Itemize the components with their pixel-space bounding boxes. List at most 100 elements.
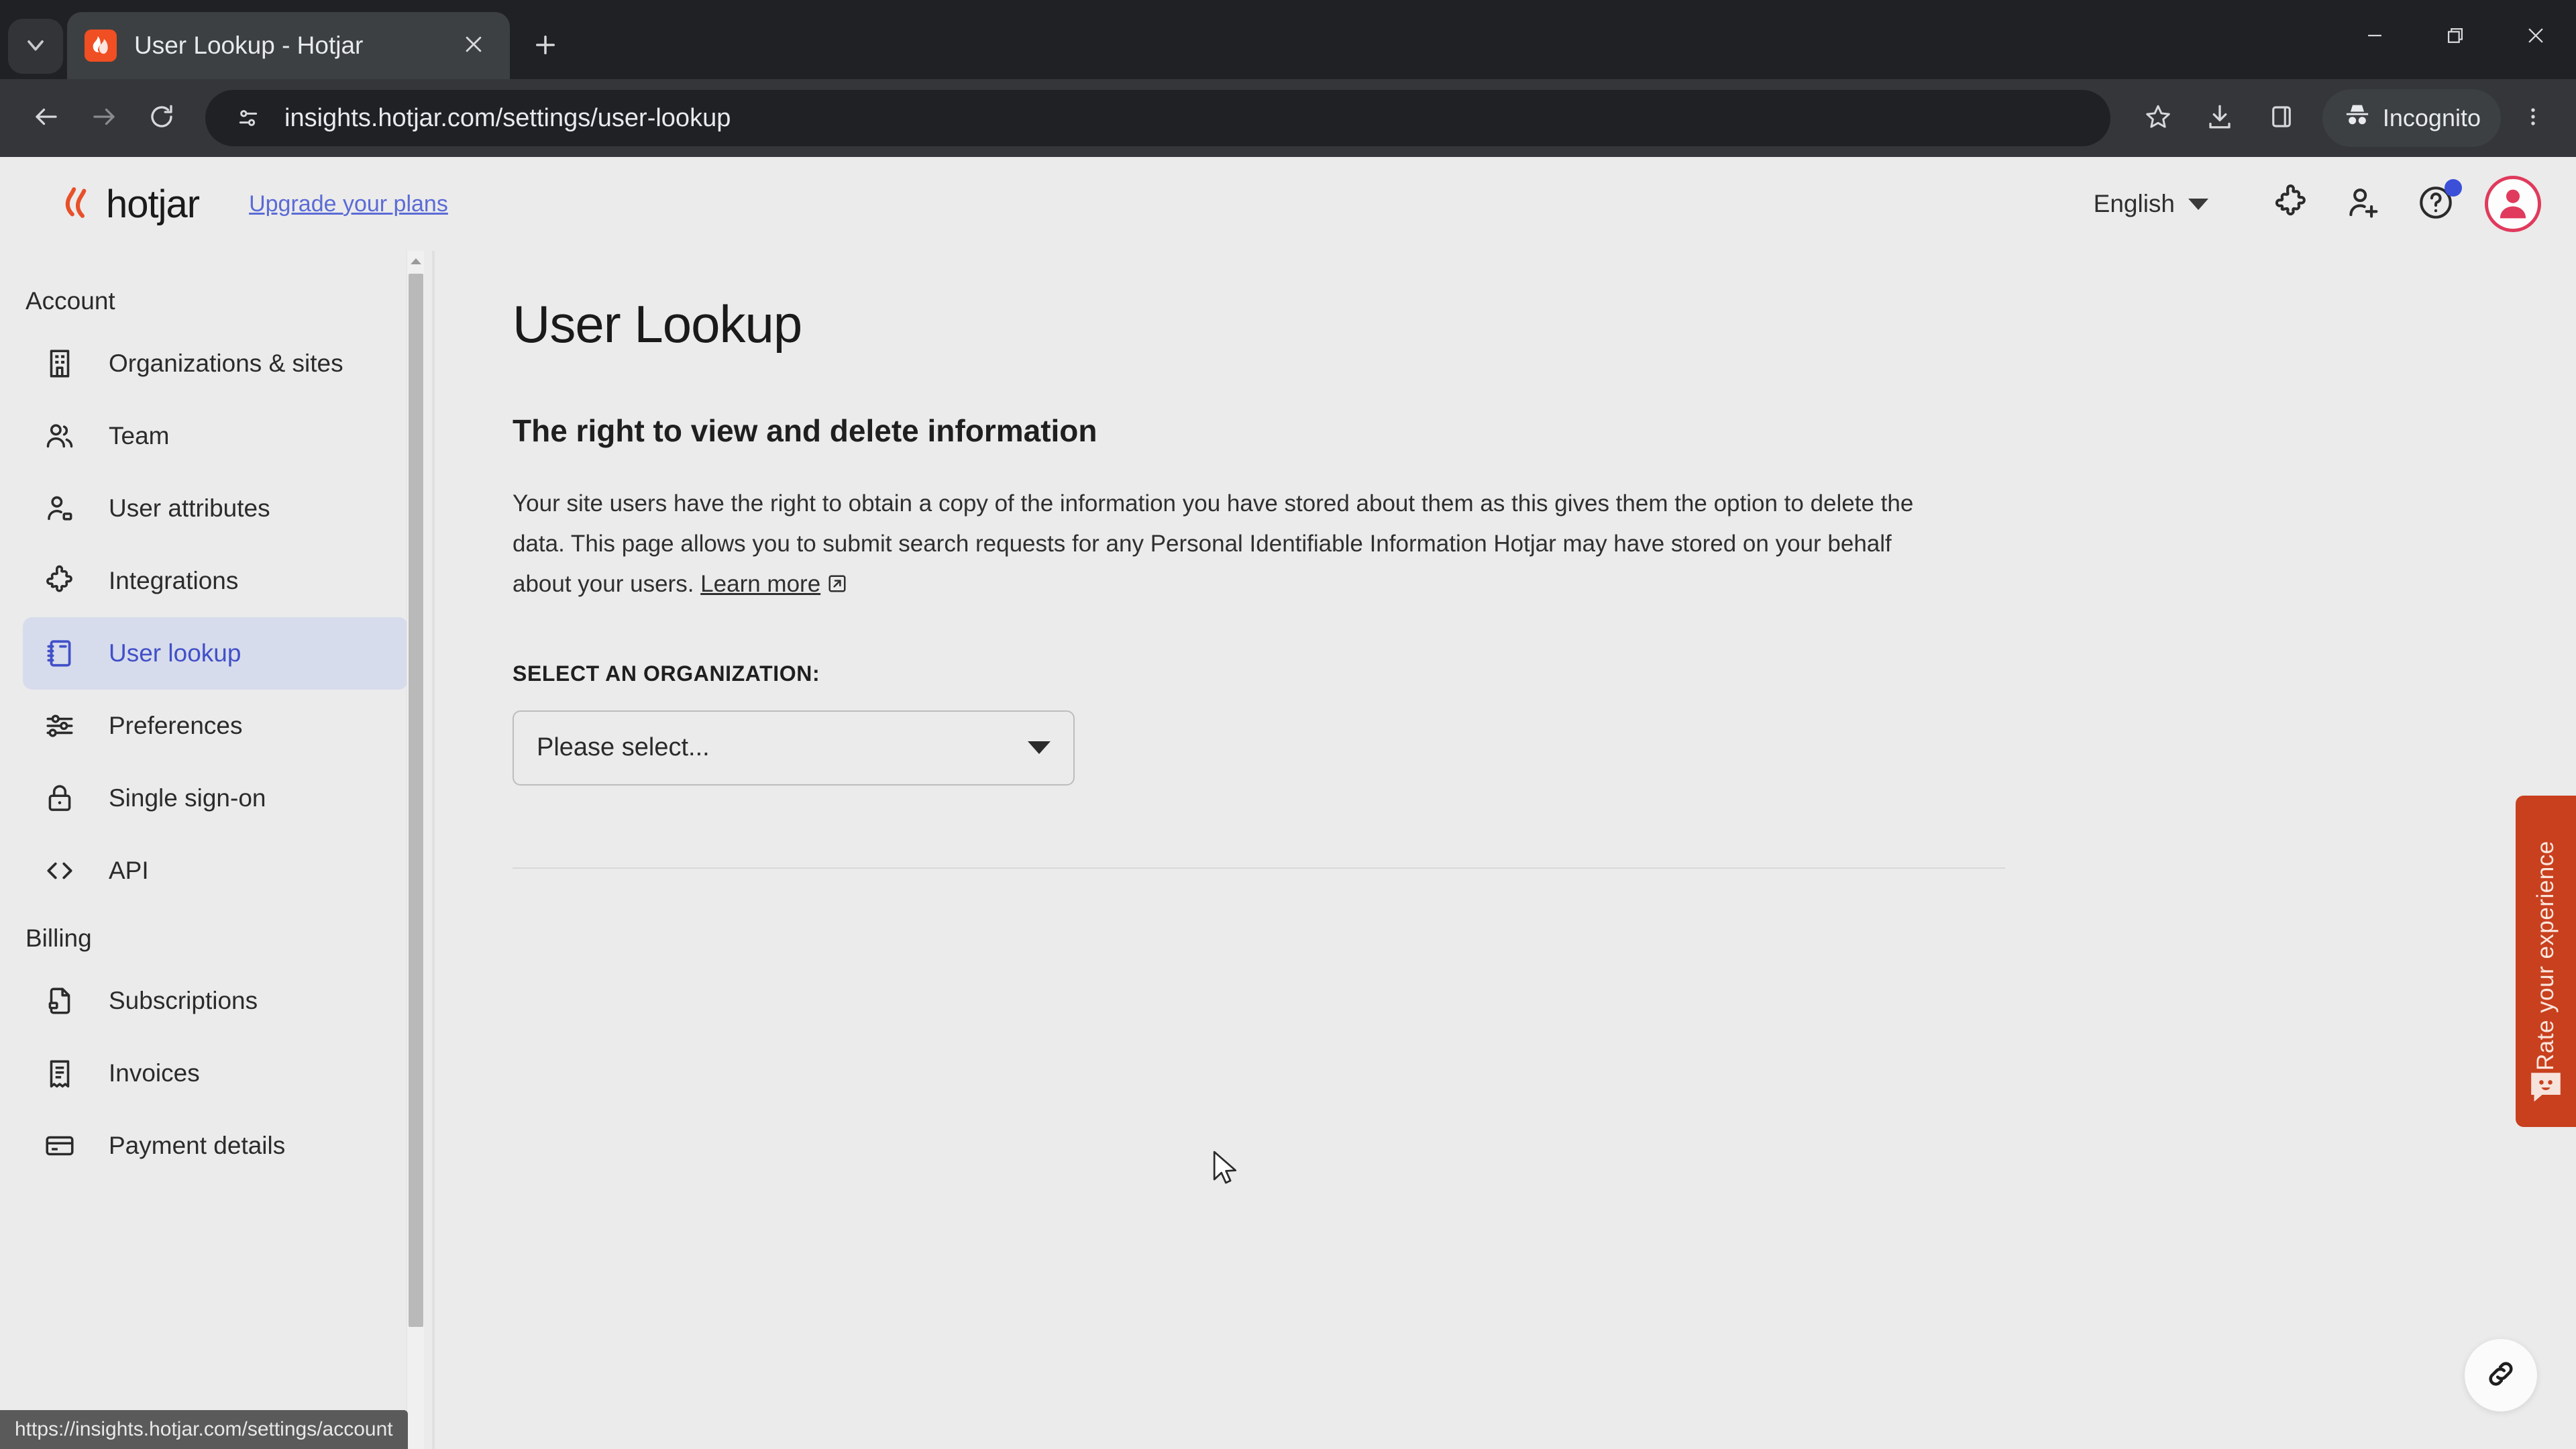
select-organization-label: SELECT AN ORGANIZATION: xyxy=(513,661,820,686)
external-link-icon[interactable] xyxy=(827,566,847,592)
sidebar-item-team[interactable]: Team xyxy=(23,400,408,472)
downloads-button[interactable] xyxy=(2191,89,2249,147)
app-header: hotjar Upgrade your plans English xyxy=(0,157,2576,251)
window-controls xyxy=(2334,0,2576,74)
sidebar-item-integrations[interactable]: Integrations xyxy=(23,545,408,617)
lock-icon xyxy=(40,779,79,818)
arrow-right-icon xyxy=(90,103,118,134)
add-user-icon xyxy=(2344,183,2383,225)
forward-button[interactable] xyxy=(75,89,133,147)
puzzle-piece-icon xyxy=(40,561,79,600)
sidebar-item-label: Integrations xyxy=(109,567,239,594)
rate-experience-label: Rate your experience xyxy=(2532,841,2559,1071)
hotjar-flame-icon xyxy=(85,30,117,62)
learn-more-link[interactable]: Learn more xyxy=(700,571,820,597)
sidebar-item-label: User lookup xyxy=(109,639,241,667)
main-content: User Lookup The right to view and delete… xyxy=(435,251,2576,1449)
sidebar-item-invoices[interactable]: Invoices xyxy=(23,1037,408,1110)
puzzle-piece-icon xyxy=(2271,183,2310,225)
sidebar-item-label: Team xyxy=(109,422,170,449)
chain-link-icon xyxy=(2483,1356,2518,1395)
incognito-indicator[interactable]: Incognito xyxy=(2322,89,2501,147)
star-icon xyxy=(2144,103,2172,134)
sidebar-item-single-sign-on[interactable]: Single sign-on xyxy=(23,762,408,835)
maximize-button[interactable] xyxy=(2415,0,2496,74)
sidebar-group-label-billing: Billing xyxy=(25,924,92,952)
smiley-speech-bubble-icon xyxy=(2528,1071,2564,1103)
sidebar-item-api[interactable]: API xyxy=(23,835,408,907)
reload-button[interactable] xyxy=(133,89,191,147)
window-close-button[interactable] xyxy=(2496,0,2576,74)
minimize-icon xyxy=(2363,24,2386,50)
code-brackets-icon xyxy=(40,851,79,890)
bookmark-button[interactable] xyxy=(2129,89,2187,147)
tab-close-button[interactable] xyxy=(455,27,492,64)
download-icon xyxy=(2206,103,2234,134)
plus-icon xyxy=(531,31,559,62)
building-icon xyxy=(40,344,79,383)
reload-icon xyxy=(148,103,176,134)
mouse-cursor xyxy=(1212,1150,1240,1187)
new-tab-button[interactable] xyxy=(519,20,572,72)
organization-select-value: Please select... xyxy=(537,733,710,762)
section-title: The right to view and delete information xyxy=(513,413,1097,448)
page-title: User Lookup xyxy=(513,294,802,354)
sidebar-item-label: Invoices xyxy=(109,1059,200,1087)
sidebar-scrollbar[interactable] xyxy=(407,251,424,1449)
scroll-up-arrow-icon[interactable] xyxy=(407,252,425,270)
tab-title: User Lookup - Hotjar xyxy=(134,32,364,59)
status-bar-url: https://insights.hotjar.com/settings/acc… xyxy=(0,1410,408,1449)
settings-sidebar: Account Organizations & sites Team User … xyxy=(0,251,435,1449)
notebook-icon xyxy=(40,634,79,673)
help-button[interactable] xyxy=(2408,176,2463,231)
sidebar-item-organizations-sites[interactable]: Organizations & sites xyxy=(23,327,408,400)
sliders-icon xyxy=(40,706,79,745)
rate-experience-tab[interactable]: Rate your experience xyxy=(2516,796,2576,1127)
page-settings-icon[interactable] xyxy=(224,94,272,142)
sidebar-item-user-attributes[interactable]: User attributes xyxy=(23,472,408,545)
hotjar-logo[interactable]: hotjar xyxy=(59,182,200,227)
scrollbar-thumb[interactable] xyxy=(409,274,423,1327)
maximize-restore-icon xyxy=(2444,24,2467,50)
sidebar-item-label: User attributes xyxy=(109,494,270,522)
side-panel-button[interactable] xyxy=(2253,89,2310,147)
sidebar-item-label: Single sign-on xyxy=(109,784,266,812)
sidebar-item-preferences[interactable]: Preferences xyxy=(23,690,408,762)
users-group-icon xyxy=(40,417,79,455)
sidebar-group-label-account: Account xyxy=(25,287,115,315)
language-selector[interactable]: English xyxy=(2094,190,2208,218)
incognito-label: Incognito xyxy=(2382,104,2481,131)
browser-menu-button[interactable] xyxy=(2508,89,2559,147)
close-icon xyxy=(462,33,485,59)
sidebar-item-payment-details[interactable]: Payment details xyxy=(23,1110,408,1182)
chevron-down-icon xyxy=(22,32,49,62)
copy-link-button[interactable] xyxy=(2465,1339,2537,1411)
page-viewport: hotjar Upgrade your plans English Accoun… xyxy=(0,157,2576,1449)
sidebar-item-label: Payment details xyxy=(109,1132,286,1159)
help-notification-badge xyxy=(2445,179,2462,197)
sidebar-item-label: Organizations & sites xyxy=(109,350,343,377)
window-close-icon xyxy=(2524,24,2547,50)
browser-toolbar: insights.hotjar.com/settings/user-lookup xyxy=(0,79,2576,157)
sidebar-item-user-lookup[interactable]: User lookup xyxy=(23,617,408,690)
sidebar-item-label: API xyxy=(109,857,149,884)
sidebar-item-subscriptions[interactable]: Subscriptions xyxy=(23,965,408,1037)
sidebar-item-label: Subscriptions xyxy=(109,987,258,1014)
hotjar-flame-icon xyxy=(59,184,106,225)
browser-tab[interactable]: User Lookup - Hotjar xyxy=(67,12,510,79)
content-divider xyxy=(513,867,2005,869)
organization-select[interactable]: Please select... xyxy=(513,710,1075,786)
tab-search-button[interactable] xyxy=(8,19,63,74)
url-text: insights.hotjar.com/settings/user-lookup xyxy=(284,103,731,132)
language-label: English xyxy=(2093,190,2175,217)
invite-user-button[interactable] xyxy=(2336,176,2391,231)
address-bar[interactable]: insights.hotjar.com/settings/user-lookup xyxy=(205,90,2110,146)
minimize-button[interactable] xyxy=(2334,0,2415,74)
credit-card-icon xyxy=(40,1126,79,1165)
sidebar-item-label: Preferences xyxy=(109,712,243,739)
integrations-button[interactable] xyxy=(2263,176,2318,231)
document-lock-icon xyxy=(40,981,79,1020)
upgrade-plans-link[interactable]: Upgrade your plans xyxy=(249,191,448,217)
avatar[interactable] xyxy=(2485,176,2541,232)
back-button[interactable] xyxy=(17,89,75,147)
